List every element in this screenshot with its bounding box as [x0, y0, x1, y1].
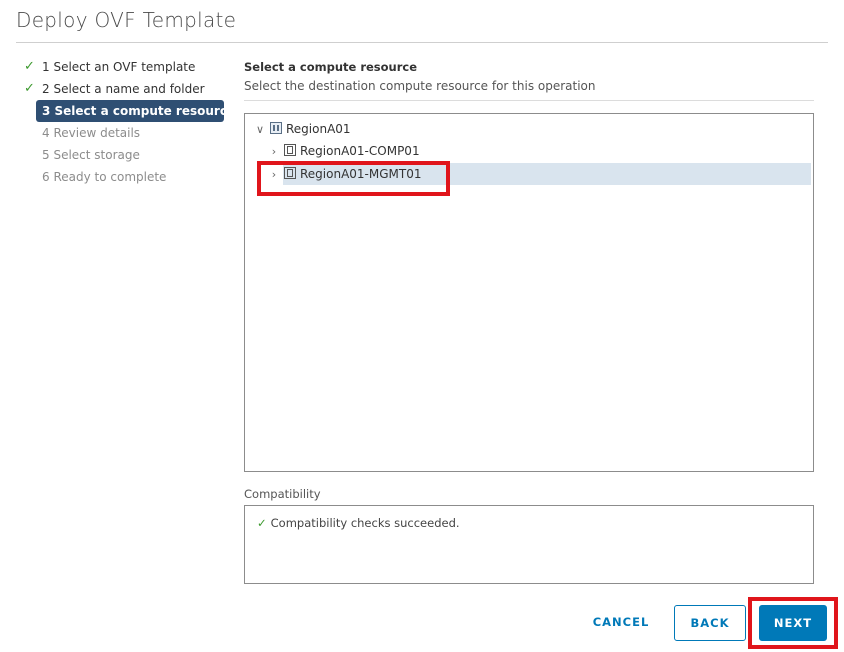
check-icon: ✓ — [24, 59, 35, 74]
compatibility-text: Compatibility checks succeeded. — [270, 516, 460, 530]
step-3[interactable]: 3 Select a compute resource — [36, 100, 235, 122]
step-1[interactable]: ✓ 1 Select an OVF template — [22, 56, 227, 78]
step-label: 4 Review details — [42, 126, 141, 140]
check-icon: ✓ — [257, 516, 267, 530]
wizard-steps: ✓ 1 Select an OVF template ✓ 2 Select a … — [22, 56, 235, 188]
step-4: 4 Review details — [22, 122, 227, 144]
compatibility-label: Compatibility — [244, 487, 321, 501]
dialog-title: Deploy OVF Template — [16, 8, 237, 32]
step-5: 5 Select storage — [22, 144, 227, 166]
tree-node-regiona01-comp01[interactable]: › RegionA01-COMP01 — [267, 140, 420, 162]
step-2[interactable]: ✓ 2 Select a name and folder — [22, 78, 227, 100]
step-label: 3 Select a compute resource — [42, 104, 236, 118]
step-label: 2 Select a name and folder — [42, 82, 205, 96]
step-label: 5 Select storage — [42, 148, 140, 162]
cluster-icon — [284, 144, 296, 156]
tree-node-label: RegionA01-COMP01 — [300, 144, 420, 158]
section-divider — [244, 100, 814, 101]
datacenter-icon — [270, 122, 282, 134]
cancel-button[interactable]: CANCEL — [583, 605, 659, 641]
compatibility-box: ✓ Compatibility checks succeeded. — [244, 505, 814, 584]
tree-node-regiona01[interactable]: ∨ RegionA01 — [253, 118, 351, 140]
step-6: 6 Ready to complete — [22, 166, 227, 188]
step-label: 1 Select an OVF template — [42, 60, 196, 74]
section-subtitle: Select the destination compute resource … — [244, 79, 596, 93]
section-title: Select a compute resource — [244, 60, 418, 74]
chevron-right-icon[interactable]: › — [267, 141, 281, 163]
tree-node-label: RegionA01 — [286, 122, 351, 136]
back-button[interactable]: BACK — [674, 605, 746, 641]
compatibility-message: ✓ Compatibility checks succeeded. — [257, 516, 460, 530]
step-label: 6 Ready to complete — [42, 170, 167, 184]
check-icon: ✓ — [24, 81, 35, 96]
annotation-highlight-next — [748, 597, 838, 649]
main-panel: Select a compute resource Select the des… — [244, 0, 814, 652]
annotation-highlight-mgmt01 — [257, 161, 450, 196]
chevron-down-icon[interactable]: ∨ — [253, 119, 267, 141]
